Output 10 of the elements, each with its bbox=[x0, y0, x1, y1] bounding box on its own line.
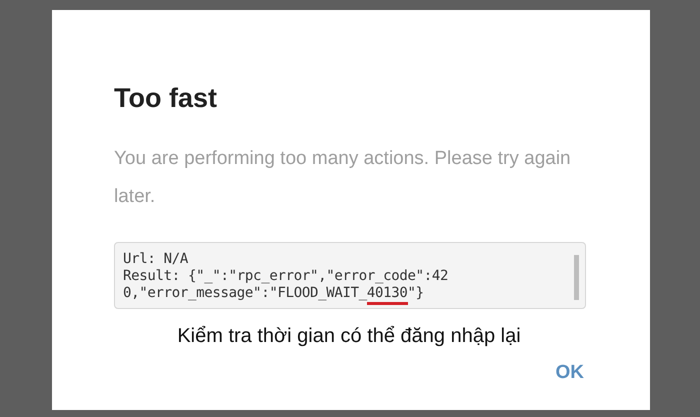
dialog-title: Too fast bbox=[114, 82, 218, 114]
scrollbar[interactable] bbox=[574, 255, 579, 300]
underlined-text: 40130 bbox=[366, 285, 408, 306]
log-line: Result: {"_":"rpc_error","error_code":42 bbox=[123, 268, 450, 286]
ok-button[interactable]: OK bbox=[554, 359, 586, 388]
dialog-message: You are performing too many actions. Please try again later. bbox=[114, 147, 572, 210]
annotation-text: Kiểm tra thời gian có thể đăng nhập lại bbox=[176, 324, 522, 350]
log-line: 0,"error_message":"FLOOD_WAIT_ bbox=[123, 285, 367, 302]
log-line: "} bbox=[408, 285, 424, 302]
log-line: Url: N/A bbox=[123, 251, 190, 268]
